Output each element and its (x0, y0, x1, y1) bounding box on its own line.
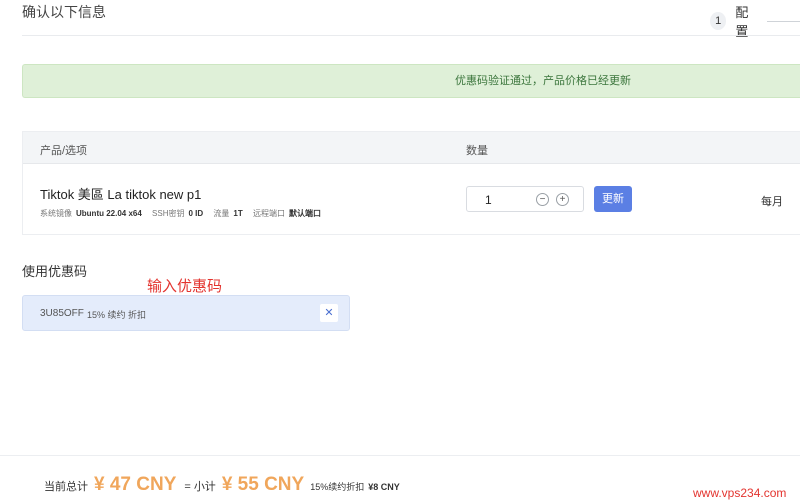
header-divider (22, 35, 800, 36)
coupon-code: 3U85OFF (40, 308, 84, 319)
update-button[interactable]: 更新 (594, 186, 632, 212)
subtotal-value: ¥ 55 CNY (221, 474, 305, 495)
page-header-title: 确认以下信息 (22, 4, 106, 20)
coupon-applied-box: 3U85OFF 15% 续约 折扣 ✕ (22, 295, 350, 331)
close-icon[interactable]: ✕ (320, 304, 338, 322)
plus-circle-icon[interactable]: + (556, 193, 569, 206)
minus-circle-icon[interactable]: − (536, 193, 549, 206)
meta-label-port: 远程端口 (252, 209, 285, 218)
meta-value-image: Ubuntu 22.04 x64 (76, 209, 142, 218)
coupon-description: 15% 续约 折扣 (87, 310, 147, 320)
discount-value: ¥8 CNY (368, 482, 400, 492)
discount-label: 15%续约折扣 (310, 482, 365, 492)
success-alert: 优惠码验证通过，产品价格已经更新 (22, 64, 800, 98)
coupon-section-title: 使用优惠码 (22, 264, 88, 279)
meta-label-ssh: SSH密钥 (152, 209, 185, 218)
meta-value-ssh: 0 ID (188, 209, 204, 218)
coupon-hint: 输入优惠码 (147, 278, 223, 295)
order-totals: 当前总计 ¥ 47 CNY = 小计 ¥ 55 CNY 15%续约折扣 ¥8 C… (44, 474, 400, 496)
step-number: 1 (710, 12, 727, 30)
table-header: 产品/选项 数量 (23, 132, 800, 164)
meta-label-image: 系统镜像 (40, 209, 72, 218)
watermark: www.vps234.com (693, 486, 787, 500)
header-quantity: 数量 (466, 145, 488, 157)
equals-sign: = (184, 481, 191, 493)
order-table: 产品/选项 数量 Tiktok 美區 La tiktok new p1 系统镜像… (22, 131, 800, 235)
product-meta: 系统镜像 Ubuntu 22.04 x64 SSH密钥 0 ID 流量 1T 远程端口… (40, 208, 329, 219)
table-row: Tiktok 美區 La tiktok new p1 系统镜像 Ubuntu 22… (23, 164, 800, 234)
current-total-label: 当前总计 (44, 481, 88, 493)
step-connector (767, 20, 800, 22)
quantity-value[interactable]: 1 (485, 193, 492, 207)
footer-divider (0, 455, 800, 456)
header-product: 产品/选项 (40, 145, 88, 157)
subtotal-label: 小计 (193, 481, 216, 493)
meta-value-port: 默认端口 (288, 209, 321, 218)
billing-cycle: 每月 (761, 196, 783, 208)
current-total-value: ¥ 47 CNY (94, 474, 177, 495)
meta-value-traffic: 1T (233, 209, 243, 218)
meta-label-traffic: 流量 (213, 209, 230, 218)
product-name: Tiktok 美區 La tiktok new p1 (40, 187, 202, 202)
quantity-stepper[interactable]: 1 − + (466, 186, 584, 212)
